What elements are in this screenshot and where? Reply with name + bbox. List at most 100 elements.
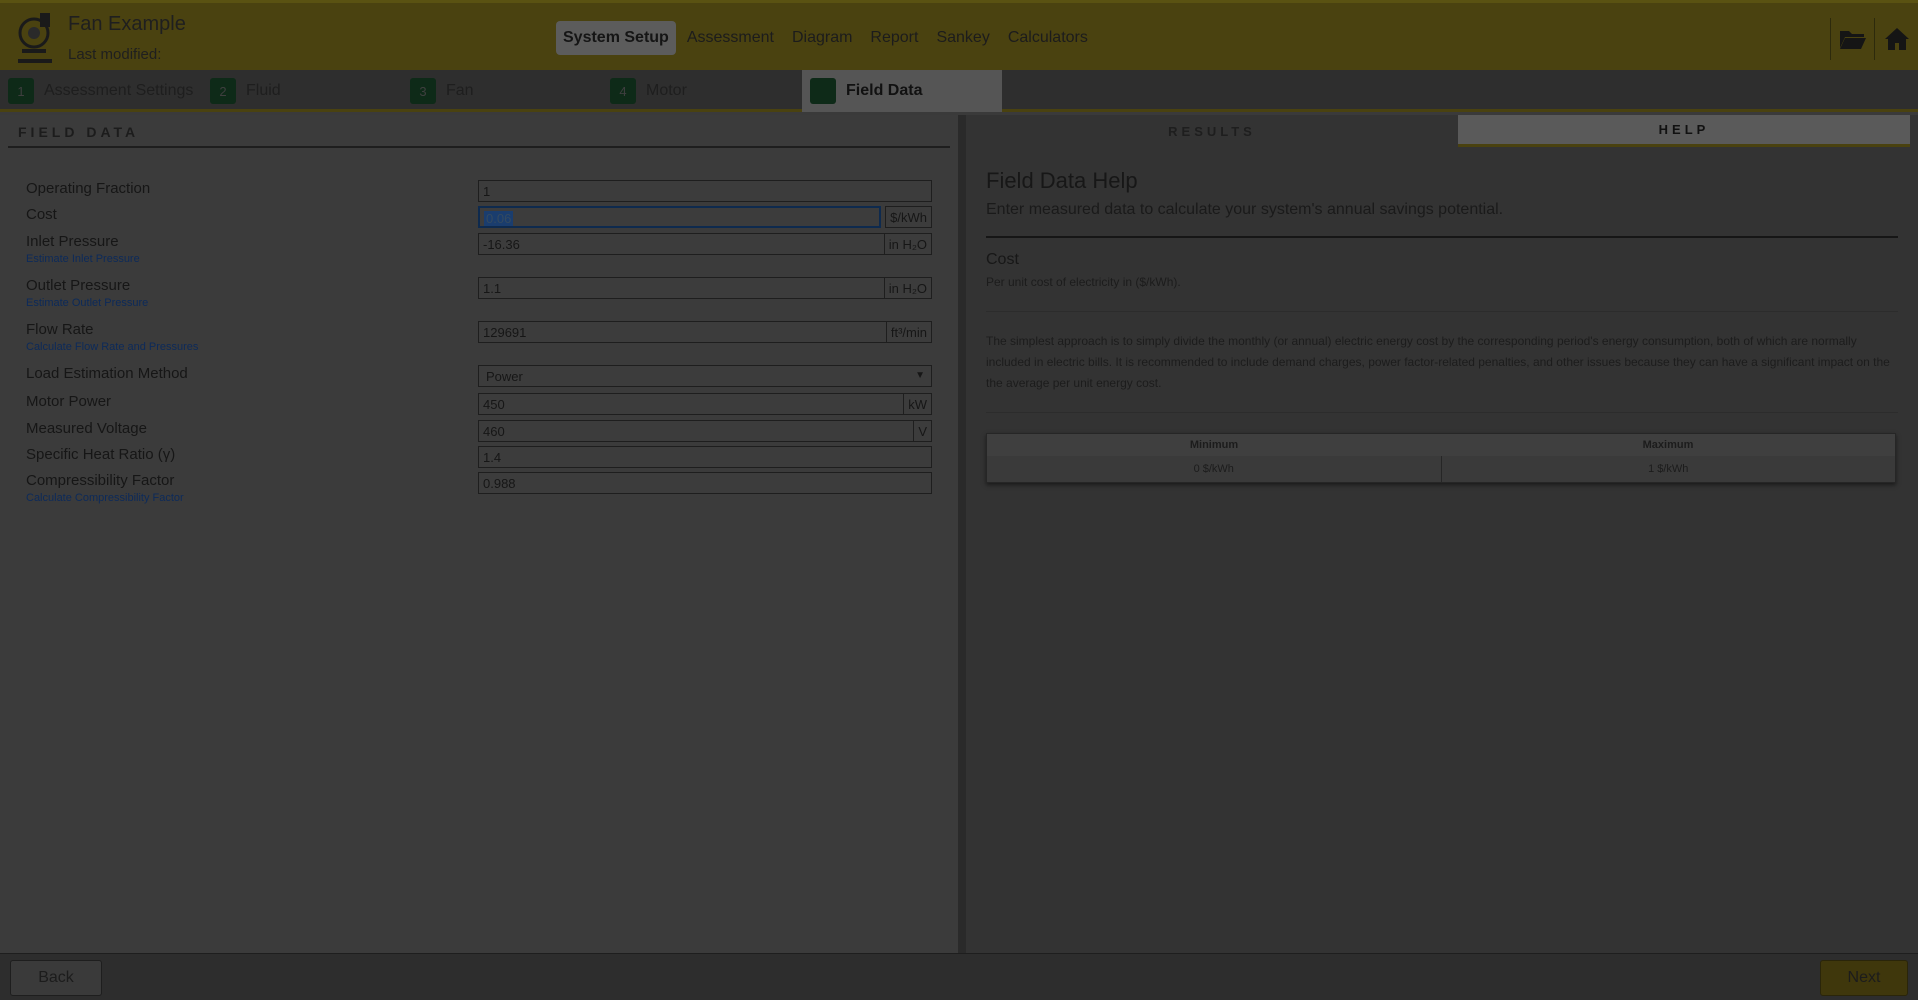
panel-tabs: RESULTS HELP: [966, 115, 1918, 147]
range-table: Minimum Maximum 0 $/kWh 1 $/kWh: [986, 433, 1896, 483]
calculate-compressibility-link[interactable]: Calculate Compressibility Factor: [26, 492, 184, 504]
nav-report[interactable]: Report: [863, 21, 925, 55]
estimate-outlet-pressure-link[interactable]: Estimate Outlet Pressure: [26, 297, 148, 309]
cost-input[interactable]: 0.06: [478, 206, 881, 228]
cost-row: Cost 0.06 $/kWh: [26, 206, 932, 232]
calculate-flow-rate-link[interactable]: Calculate Flow Rate and Pressures: [26, 341, 198, 353]
step-label: Fluid: [246, 82, 281, 99]
divider: [986, 311, 1898, 312]
specific-heat-input[interactable]: 1.4: [478, 446, 932, 468]
unit-label: in H₂O: [883, 233, 932, 255]
field-label: Inlet Pressure: [26, 233, 119, 250]
step-assessment-settings[interactable]: 1 Assessment Settings: [8, 70, 193, 112]
operating-fraction-row: Operating Fraction 1: [26, 180, 932, 206]
step-label: Assessment Settings: [44, 82, 194, 99]
field-label: Compressibility Factor: [26, 472, 175, 489]
unit-label: ft³/min: [885, 321, 932, 343]
compressibility-input[interactable]: 0.988: [478, 472, 932, 494]
operating-fraction-input[interactable]: 1: [478, 180, 932, 202]
range-max-value: 1 $/kWh: [1440, 456, 1896, 482]
input-value: 450: [483, 397, 505, 412]
nav-diagram[interactable]: Diagram: [785, 21, 859, 55]
inlet-pressure-input[interactable]: -16.36: [478, 233, 932, 255]
unit-label: in H₂O: [883, 277, 932, 299]
step-label: Motor: [646, 82, 687, 99]
back-button[interactable]: Back: [10, 960, 102, 996]
range-value-row: 0 $/kWh 1 $/kWh: [987, 456, 1895, 482]
field-label: Specific Heat Ratio (γ): [26, 446, 176, 463]
select-value: Power: [486, 369, 523, 384]
tab-help[interactable]: HELP: [1458, 115, 1910, 147]
range-max-header: Maximum: [1642, 439, 1694, 451]
input-value: 0.988: [483, 476, 516, 491]
help-subtitle: Enter measured data to calculate your sy…: [986, 201, 1504, 218]
range-min-value: 0 $/kWh: [1193, 463, 1234, 475]
flow-rate-input[interactable]: 129691: [478, 321, 932, 343]
input-value: 1.4: [483, 450, 502, 465]
step-fan[interactable]: 3 Fan: [410, 70, 474, 112]
step-number: 3: [410, 78, 436, 104]
divider: [8, 146, 950, 148]
home-icon[interactable]: [1874, 18, 1918, 60]
help-panel: RESULTS HELP Field Data Help Enter measu…: [966, 115, 1918, 953]
motor-power-row: Motor Power 450 kW: [26, 393, 932, 419]
motor-power-input[interactable]: 450: [478, 393, 932, 415]
nav-calculators[interactable]: Calculators: [1001, 21, 1095, 55]
panel-title: FIELD DATA: [18, 124, 140, 140]
nav-sankey[interactable]: Sankey: [929, 21, 996, 55]
field-data-form: FIELD DATA Operating Fraction 1 Cost 0.0…: [0, 115, 958, 953]
next-button[interactable]: Next: [1820, 960, 1908, 996]
input-value: 460: [483, 424, 505, 439]
step-number: 2: [210, 78, 236, 104]
nav-system-setup[interactable]: System Setup: [556, 21, 676, 55]
tab-results[interactable]: RESULTS: [966, 115, 1458, 147]
field-label: Cost: [26, 206, 57, 223]
main-nav: System Setup Assessment Diagram Report S…: [556, 21, 1095, 55]
folder-open-icon[interactable]: [1830, 18, 1874, 60]
outlet-pressure-row: Outlet Pressure Estimate Outlet Pressure…: [26, 277, 932, 309]
divider: [986, 236, 1898, 238]
unit-label: kW: [903, 393, 932, 415]
field-label: Measured Voltage: [26, 420, 147, 437]
help-title: Field Data Help: [986, 168, 1138, 193]
step-motor[interactable]: 4 Motor: [610, 70, 687, 112]
unit-label: $/kWh: [885, 206, 932, 228]
inlet-pressure-row: Inlet Pressure Estimate Inlet Pressure -…: [26, 233, 932, 265]
step-fluid[interactable]: 2 Fluid: [210, 70, 281, 112]
help-section-title: Cost: [986, 251, 1019, 268]
field-label: Motor Power: [26, 393, 112, 410]
step-number: [810, 78, 836, 104]
field-label: Outlet Pressure: [26, 277, 131, 294]
field-label: Load Estimation Method: [26, 365, 188, 382]
step-label: Field Data: [846, 82, 923, 99]
compressibility-row: Compressibility Factor Calculate Compres…: [26, 472, 932, 504]
specific-heat-row: Specific Heat Ratio (γ) 1.4: [26, 446, 932, 472]
step-field-data[interactable]: Field Data: [802, 70, 1002, 112]
outlet-pressure-input[interactable]: 1.1: [478, 277, 932, 299]
step-number: 1: [8, 78, 34, 104]
input-value: 1.1: [483, 281, 502, 296]
flow-rate-row: Flow Rate Calculate Flow Rate and Pressu…: [26, 321, 932, 353]
last-modified-label: Last modified:: [68, 46, 162, 63]
nav-assessment[interactable]: Assessment: [680, 21, 781, 55]
unit-label: V: [913, 420, 932, 442]
app-header: Fan Example Last modified: System Setup …: [0, 0, 1918, 70]
range-header-row: Minimum Maximum: [987, 434, 1895, 456]
input-value: -16.36: [483, 237, 520, 252]
assessment-title: Fan Example: [68, 13, 186, 35]
input-value: 1: [483, 184, 491, 199]
estimate-inlet-pressure-link[interactable]: Estimate Inlet Pressure: [26, 253, 140, 265]
input-value: 0.06: [484, 211, 514, 226]
load-estimation-select[interactable]: Power ▼: [478, 365, 932, 387]
field-label: Operating Fraction: [26, 180, 151, 197]
footer-bar: Back Next: [0, 953, 1918, 1000]
help-section-description: Per unit cost of electricity in ($/kWh).: [986, 275, 1181, 289]
load-estimation-row: Load Estimation Method Power ▼: [26, 365, 932, 391]
range-min-header: Minimum: [1189, 439, 1239, 451]
input-value: 129691: [483, 325, 527, 340]
measured-voltage-input[interactable]: 460: [478, 420, 932, 442]
chevron-down-icon: ▼: [915, 370, 925, 381]
header-actions: [1830, 18, 1918, 60]
step-number: 4: [610, 78, 636, 104]
fan-logo-icon: [18, 13, 52, 63]
